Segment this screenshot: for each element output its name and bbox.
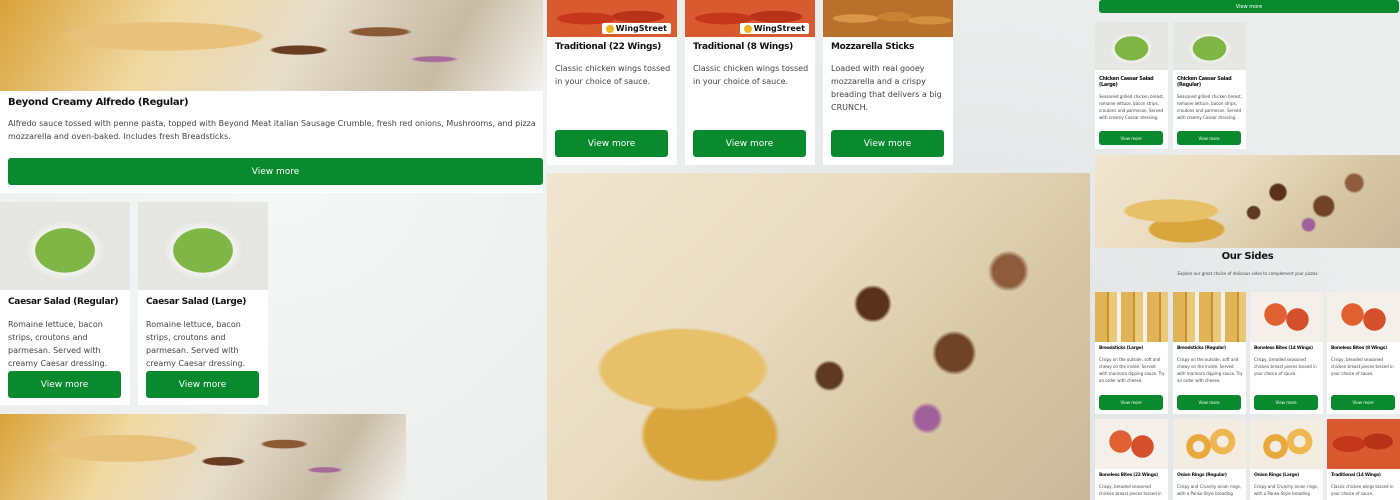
caesar-regular-image xyxy=(0,202,130,290)
chicken-caesar-regular-title: Chicken Caesar Salad (Regular) xyxy=(1177,76,1232,88)
alfredo-card: Beyond Creamy Alfredo (Regular) Alfredo … xyxy=(0,91,543,193)
caesar-regular-title: Caesar Salad (Regular) xyxy=(8,297,119,307)
wingstreet-mark-icon xyxy=(605,24,614,33)
caesar-regular-description: Romaine lettuce, bacon strips, croutons … xyxy=(8,320,108,368)
wings-8-description: Classic chicken wings tossed in your cho… xyxy=(693,64,809,86)
caesar-large-view-more-button[interactable]: View more xyxy=(146,371,259,398)
caesar-large-description: Romaine lettuce, bacon strips, croutons … xyxy=(146,320,246,368)
chicken-caesar-regular-card: Chicken Caesar Salad (Regular) Seasoned … xyxy=(1173,22,1246,149)
wings-8-card: WingStreet Traditional (8 Wings) Classic… xyxy=(685,0,815,165)
side-title: Traditional (14 Wings) xyxy=(1331,473,1381,478)
right-top-view-more-button[interactable]: View more xyxy=(1099,0,1399,13)
side-title: Onion Rings (Regular) xyxy=(1177,473,1227,478)
side-view-more-button[interactable]: View more xyxy=(1099,395,1163,410)
chicken-caesar-regular-view-more-button[interactable]: View more xyxy=(1177,131,1241,145)
caesar-large-image xyxy=(138,202,268,290)
mozzarella-sticks-description: Loaded with real gooey mozzarella and a … xyxy=(831,64,942,112)
side-image xyxy=(1173,419,1246,469)
wings-22-title: Traditional (22 Wings) xyxy=(555,42,661,52)
side-description: Classic chicken wings tossed in your cho… xyxy=(1331,484,1394,496)
side-title: Boneless Bites (22 Wings) xyxy=(1099,473,1158,478)
side-description: Crispy, breaded seasoned chicken breast … xyxy=(1254,357,1317,376)
side-image xyxy=(1327,419,1400,469)
side-title: Onion Rings (Large) xyxy=(1254,473,1299,478)
caesar-regular-card: Caesar Salad (Regular) Romaine lettuce, … xyxy=(0,202,130,405)
mozzarella-sticks-title: Mozzarella Sticks xyxy=(831,42,915,52)
side-description: Crispy, breaded seasoned chicken breast … xyxy=(1099,484,1162,496)
chicken-caesar-regular-description: Seasoned grilled chicken breast, romaine… xyxy=(1177,94,1242,120)
wings-8-view-more-button[interactable]: View more xyxy=(693,130,806,157)
side-image xyxy=(1250,419,1323,469)
chicken-caesar-large-card: Chicken Caesar Salad (Large) Seasoned gr… xyxy=(1095,22,1168,149)
side-card: Onion Rings (Large) Crispy and Crunchy o… xyxy=(1250,419,1323,500)
alfredo-title: Beyond Creamy Alfredo (Regular) xyxy=(8,97,189,108)
alfredo-description: Alfredo sauce tossed with penne pasta, t… xyxy=(8,119,536,141)
chicken-caesar-large-image xyxy=(1095,22,1168,70)
wingstreet-logo: WingStreet xyxy=(601,23,671,34)
side-card: Traditional (14 Wings) Classic chicken w… xyxy=(1327,419,1400,500)
chicken-caesar-large-view-more-button[interactable]: View more xyxy=(1099,131,1163,145)
side-image xyxy=(1095,292,1168,342)
side-view-more-button[interactable]: View more xyxy=(1254,395,1318,410)
side-image xyxy=(1327,292,1400,342)
mozzarella-sticks-card: Mozzarella Sticks Loaded with real gooey… xyxy=(823,0,953,165)
side-title: Breadsticks (Regular) xyxy=(1177,346,1226,351)
side-title: Boneless Bites (8 Wings) xyxy=(1331,346,1387,351)
wings-22-view-more-button[interactable]: View more xyxy=(555,130,668,157)
wings-8-image: WingStreet xyxy=(685,0,815,37)
caesar-large-card: Caesar Salad (Large) Romaine lettuce, ba… xyxy=(138,202,268,405)
chicken-caesar-large-description: Seasoned grilled chicken breast, romaine… xyxy=(1099,94,1164,120)
side-card: Breadsticks (Large) Crispy on the outsid… xyxy=(1095,292,1168,414)
side-description: Crispy, breaded seasoned chicken breast … xyxy=(1331,357,1394,376)
wings-22-image: WingStreet xyxy=(547,0,677,37)
side-description: Crispy on the outside, soft and chewy on… xyxy=(1099,357,1165,383)
wingstreet-mark-icon xyxy=(743,24,752,33)
side-card: Boneless Bites (22 Wings) Crispy, breade… xyxy=(1095,419,1168,500)
side-card: Onion Rings (Regular) Crispy and Crunchy… xyxy=(1173,419,1246,500)
side-view-more-button[interactable]: View more xyxy=(1177,395,1241,410)
wings-8-title: Traditional (8 Wings) xyxy=(693,42,793,52)
pasta-promo-image xyxy=(0,414,406,500)
wingstreet-logo: WingStreet xyxy=(739,23,809,34)
side-view-more-button[interactable]: View more xyxy=(1331,395,1395,410)
side-image xyxy=(1095,419,1168,469)
sides-heading: Our Sides xyxy=(1221,251,1274,262)
side-title: Boneless Bites (14 Wings) xyxy=(1254,346,1313,351)
chicken-caesar-large-title: Chicken Caesar Salad (Large) xyxy=(1099,76,1154,88)
caesar-large-title: Caesar Salad (Large) xyxy=(146,297,247,307)
right-pasta-banner-image xyxy=(1095,155,1400,248)
side-image xyxy=(1173,292,1246,342)
wings-22-description: Classic chicken wings tossed in your cho… xyxy=(555,64,671,86)
side-description: Crispy on the outside, soft and chewy on… xyxy=(1177,357,1243,383)
caesar-regular-view-more-button[interactable]: View more xyxy=(8,371,121,398)
side-card: Breadsticks (Regular) Crispy on the outs… xyxy=(1173,292,1246,414)
sides-subheading: Explore our great choice of delicious si… xyxy=(1177,271,1318,276)
alfredo-view-more-button[interactable]: View more xyxy=(8,158,543,185)
side-description: Crispy and Crunchy onion rings, with a P… xyxy=(1177,484,1242,496)
wings-22-card: WingStreet Traditional (22 Wings) Classi… xyxy=(547,0,677,165)
side-card: Boneless Bites (8 Wings) Crispy, breaded… xyxy=(1327,292,1400,414)
side-description: Crispy and Crunchy onion rings, with a P… xyxy=(1254,484,1319,496)
chicken-caesar-regular-image xyxy=(1173,22,1246,70)
side-image xyxy=(1250,292,1323,342)
featured-pasta-image xyxy=(547,173,1090,500)
side-title: Breadsticks (Large) xyxy=(1099,346,1144,351)
mozzarella-sticks-image xyxy=(823,0,953,37)
alfredo-image xyxy=(0,0,543,91)
side-card: Boneless Bites (14 Wings) Crispy, breade… xyxy=(1250,292,1323,414)
mozzarella-sticks-view-more-button[interactable]: View more xyxy=(831,130,944,157)
